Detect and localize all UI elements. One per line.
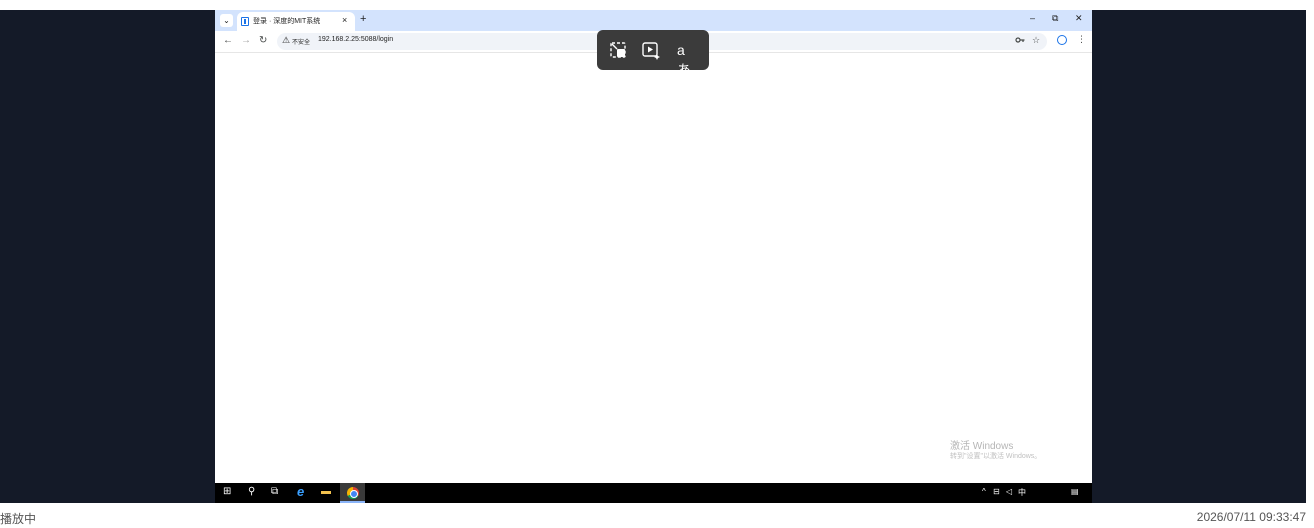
close-tab-icon[interactable]: × (342, 15, 347, 25)
star-icon[interactable]: ☆ (1032, 35, 1040, 46)
playback-status: 播放中 (0, 512, 37, 526)
tab-title: 登录 · 深度的MIT系统 (253, 18, 321, 25)
warning-icon[interactable]: ⚠ (282, 35, 290, 46)
playback-timestamp: 2026/07/11 09:33:47 (1196, 510, 1306, 524)
activation-watermark-subtitle: 转到"设置"以激活 Windows。 (950, 453, 1042, 460)
network-icon[interactable]: ⊟ (993, 487, 1000, 496)
new-tab-button[interactable]: + (360, 13, 366, 25)
security-label[interactable]: 不安全 (292, 37, 310, 46)
player-root: ⌄ 登录 · 深度的MIT系统 × + – ⧉ ✕ ← → ↻ ⚠ 不安全 19… (0, 0, 1314, 528)
reload-button[interactable]: ↻ (259, 35, 267, 46)
ime-icon[interactable]: 中 (1018, 487, 1026, 498)
forward-button[interactable]: → (241, 35, 251, 46)
close-window-button[interactable]: ✕ (1075, 13, 1083, 24)
menu-icon[interactable]: ⋮ (1077, 34, 1086, 45)
edge-icon[interactable]: e (297, 484, 304, 499)
key-icon[interactable] (1015, 35, 1025, 47)
url-text[interactable]: 192.168.2.25:5088/login (318, 36, 393, 43)
search-icon[interactable]: ⚲ (248, 486, 255, 497)
translate-icon[interactable]: aあ (677, 40, 697, 78)
video-player[interactable]: ⌄ 登录 · 深度的MIT系统 × + – ⧉ ✕ ← → ↻ ⚠ 不安全 19… (0, 10, 1306, 503)
back-button[interactable]: ← (223, 35, 233, 46)
remote-screen[interactable]: ⌄ 登录 · 深度的MIT系统 × + – ⧉ ✕ ← → ↻ ⚠ 不安全 19… (215, 10, 1092, 503)
taskbar: ⊞ ⚲ ⧉ e ▬ ^ ⊟ ◁ 中 ▤ (215, 483, 1092, 503)
notification-icon[interactable]: ▤ (1071, 487, 1079, 496)
profile-avatar-icon[interactable] (1057, 35, 1067, 45)
activation-watermark-title: 激活 Windows (950, 441, 1014, 452)
chrome-taskbar-button[interactable] (340, 483, 365, 503)
task-view-icon[interactable]: ⧉ (271, 486, 278, 497)
volume-icon[interactable]: ◁ (1006, 487, 1012, 496)
file-explorer-icon[interactable]: ▬ (321, 486, 331, 497)
chrome-icon (347, 487, 359, 499)
tab-search-icon[interactable]: ⌄ (220, 14, 233, 27)
minimize-button[interactable]: – (1030, 13, 1035, 23)
tray-chevron-icon[interactable]: ^ (982, 487, 986, 496)
restore-button[interactable]: ⧉ (1052, 13, 1058, 24)
floating-toolbar: aあ (597, 30, 709, 78)
start-icon[interactable]: ⊞ (223, 486, 231, 497)
play-spark-icon[interactable] (641, 40, 661, 60)
exit-fullscreen-icon[interactable] (608, 40, 628, 60)
tab-strip: ⌄ 登录 · 深度的MIT系统 × + – ⧉ ✕ (215, 10, 1092, 31)
favicon-icon (241, 17, 249, 26)
tab-login[interactable]: 登录 · 深度的MIT系统 × (237, 12, 355, 31)
